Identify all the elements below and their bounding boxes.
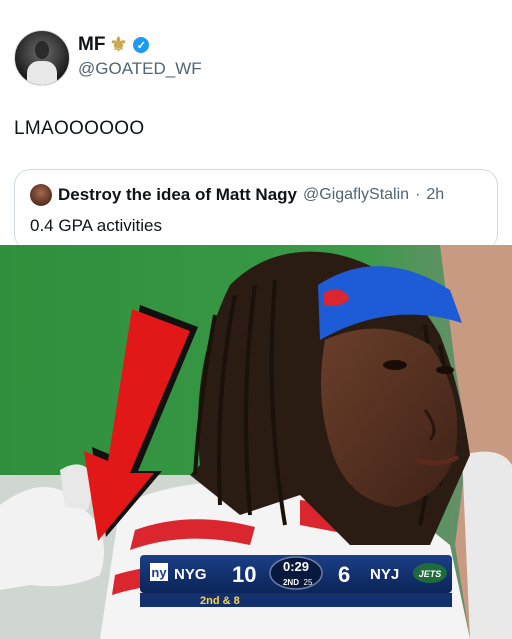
quoted-timestamp[interactable]: 2h [426,186,444,204]
quoted-author-name[interactable]: Destroy the idea of Matt Nagy [58,185,297,205]
tweet-text: LMAOOOOOO [14,118,145,139]
author-display-name[interactable]: MF [78,34,105,56]
author-display-row[interactable]: MF ⚜ ✓ [78,34,202,56]
quoted-tweet-header: Destroy the idea of Matt Nagy @GigaflySt… [30,184,444,206]
quoted-author-avatar[interactable] [30,184,52,206]
fleur-de-lis-icon: ⚜ [109,34,128,56]
scorebug-away-abbr: NYJ [370,566,399,583]
scorebug-home-abbr: NYG [174,566,207,583]
scorebug-play-clock: 25 [304,578,313,587]
broadcast-frame-illustration: ny NYG 10 0:29 2ND 25 6 NYJ JETS 2nd & 8 [0,245,512,639]
scorebug-quarter: 2ND [283,578,299,587]
quoted-tweet[interactable]: Destroy the idea of Matt Nagy @GigaflySt… [14,169,498,250]
svg-text:ny: ny [151,565,167,580]
scorebug-clock: 0:29 [283,559,309,574]
quoted-separator: · [415,186,421,203]
quoted-tweet-text: 0.4 GPA activities [30,216,162,235]
author-names: MF ⚜ ✓ @GOATED_WF [78,34,202,79]
author-handle[interactable]: @GOATED_WF [78,59,202,79]
author-avatar[interactable] [14,30,70,86]
tweet-media-image[interactable]: ny NYG 10 0:29 2ND 25 6 NYJ JETS 2nd & 8 [0,245,512,639]
scorebug-down-distance: 2nd & 8 [200,595,240,607]
tweet-header: MF ⚜ ✓ @GOATED_WF [14,30,494,90]
scorebug-home-score: 10 [232,562,256,587]
verified-badge-icon[interactable]: ✓ [133,37,150,53]
svg-text:JETS: JETS [419,569,442,579]
quoted-author-handle[interactable]: @GigaflyStalin [303,186,409,204]
scorebug-away-score: 6 [338,562,350,587]
scorebug: ny NYG 10 0:29 2ND 25 6 NYJ JETS 2nd & 8 [140,555,452,607]
